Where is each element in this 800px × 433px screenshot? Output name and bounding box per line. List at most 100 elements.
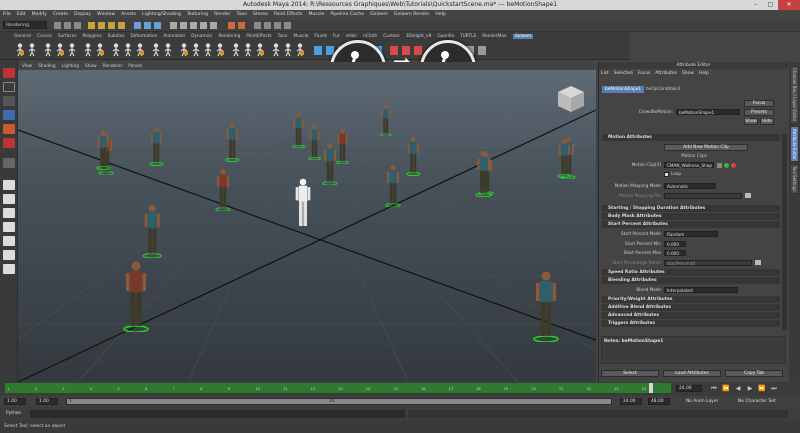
blend-mode-dropdown[interactable]: Interpolated bbox=[664, 287, 738, 293]
shelf-tab-general[interactable]: General bbox=[14, 34, 31, 39]
focus-button[interactable]: Focus bbox=[744, 100, 774, 107]
section-triggers[interactable]: Triggers Attributes bbox=[602, 320, 780, 327]
side-tab-channel-box[interactable]: Channel Box / Layer Editor bbox=[790, 66, 799, 124]
section-speed-ratio[interactable]: Speed Ratio Attributes bbox=[602, 269, 780, 276]
crowd-character[interactable] bbox=[214, 168, 232, 212]
ae-menu-show[interactable]: Show bbox=[682, 71, 694, 76]
shelf-tab-nhair[interactable]: nHair bbox=[346, 34, 358, 39]
playback-end-field[interactable]: 24.00 bbox=[620, 398, 642, 405]
layout-side-icon[interactable] bbox=[3, 208, 15, 218]
mapping-file-field[interactable] bbox=[664, 193, 742, 199]
section-start-percent[interactable]: Start Percent Attributes bbox=[602, 221, 780, 228]
crowd-character[interactable] bbox=[531, 270, 561, 342]
shelf-tab-renderman[interactable]: RenderMan bbox=[482, 34, 506, 39]
playback-start-field[interactable]: 1.00 bbox=[36, 398, 58, 405]
clip-play-icon[interactable] bbox=[724, 163, 729, 168]
crowd-character[interactable] bbox=[224, 122, 241, 162]
sp-min-field[interactable]: 0.000 bbox=[664, 241, 686, 247]
step-back-icon[interactable]: ◀ bbox=[732, 384, 744, 393]
ae-tab-bemotionshape[interactable]: beMotionShape1 bbox=[602, 86, 645, 93]
shelf-tab-fluids[interactable]: Fluids bbox=[314, 34, 327, 39]
section-motion-attributes[interactable]: Motion Attributes bbox=[602, 134, 780, 141]
sp-var-field[interactable]: startPercent0 bbox=[664, 260, 752, 266]
ae-scrollbar[interactable] bbox=[782, 134, 787, 330]
copy-tab-button[interactable]: Copy Tab bbox=[725, 370, 783, 377]
shelf-tab-ncloth[interactable]: nCloth bbox=[363, 34, 377, 39]
sp-var-icon[interactable] bbox=[755, 260, 761, 265]
hide-button[interactable]: Hide bbox=[760, 118, 774, 125]
step-back-key-icon[interactable]: ⏪ bbox=[720, 384, 732, 393]
current-frame-field[interactable]: 24.00 bbox=[676, 385, 702, 392]
menu-golaem[interactable]: Golaem bbox=[370, 10, 388, 19]
end-time-field[interactable]: 48.00 bbox=[648, 398, 670, 405]
go-to-end-icon[interactable]: ⏭ bbox=[768, 384, 780, 393]
close-button[interactable]: ✕ bbox=[778, 0, 800, 10]
layout-outliner-icon[interactable] bbox=[3, 236, 15, 246]
clip-remove-icon[interactable] bbox=[731, 163, 736, 168]
presets-button[interactable]: Presets bbox=[744, 109, 774, 116]
clip-browse-icon[interactable] bbox=[717, 163, 722, 168]
crowd-character[interactable] bbox=[321, 142, 339, 186]
crowd-character[interactable] bbox=[384, 164, 402, 208]
shelf-tab-polygons[interactable]: Polygons bbox=[82, 34, 101, 39]
menu-toon[interactable]: Toon bbox=[236, 10, 247, 19]
timeline-playhead[interactable] bbox=[649, 383, 653, 393]
shelf-tab-fur[interactable]: Fur bbox=[333, 34, 340, 39]
menu-muscle[interactable]: Muscle bbox=[308, 10, 324, 19]
select-button[interactable]: Select bbox=[601, 370, 659, 377]
shelf-tab-dynamics[interactable]: Dynamics bbox=[191, 34, 212, 39]
maximize-button[interactable]: □ bbox=[763, 0, 778, 10]
menu-golaem-render[interactable]: Golaem Render bbox=[394, 10, 430, 19]
minimize-button[interactable]: – bbox=[748, 0, 763, 10]
paint-select-icon[interactable] bbox=[3, 96, 15, 106]
crowd-entities[interactable] bbox=[18, 70, 596, 382]
sp-mode-dropdown[interactable]: Random bbox=[664, 231, 718, 237]
scale-tool-icon[interactable] bbox=[3, 138, 15, 148]
character-set-dropdown[interactable]: No Character Set bbox=[738, 398, 776, 405]
section-body-mask[interactable]: Body Mask Attributes bbox=[602, 213, 780, 220]
step-forward-key-icon[interactable]: ⏩ bbox=[756, 384, 768, 393]
folder-icon[interactable] bbox=[745, 193, 751, 198]
menu-modify[interactable]: Modify bbox=[32, 10, 47, 19]
menu-paint-effects[interactable]: Paint Effects bbox=[274, 10, 302, 19]
layout-graph-icon[interactable] bbox=[3, 222, 15, 232]
shelf-tab-turtle[interactable]: TURTLE bbox=[460, 34, 476, 39]
start-time-field[interactable]: 1.00 bbox=[4, 398, 26, 405]
crowd-character[interactable] bbox=[291, 112, 306, 148]
menu-lighting-shading[interactable]: Lighting/Shading bbox=[142, 10, 181, 19]
shelf-tab-subdivs[interactable]: Subdivs bbox=[108, 34, 125, 39]
side-tab-tool-settings[interactable]: Tool Settings bbox=[790, 164, 799, 194]
ae-menu-focus[interactable]: Focus bbox=[638, 71, 651, 76]
section-advanced[interactable]: Advanced Attributes bbox=[602, 312, 780, 319]
shelf-tab-animation[interactable]: Animation bbox=[163, 34, 185, 39]
section-blending[interactable]: Blending Attributes bbox=[602, 277, 780, 284]
command-input[interactable] bbox=[30, 410, 405, 418]
play-icon[interactable]: ▶ bbox=[744, 384, 756, 393]
crowd-character[interactable] bbox=[148, 126, 165, 166]
crowd-character[interactable] bbox=[307, 124, 322, 160]
layout-hypershade-icon[interactable] bbox=[3, 250, 15, 260]
shelf-tab-curves[interactable]: Curves bbox=[37, 34, 52, 39]
menu-assets[interactable]: Assets bbox=[121, 10, 136, 19]
shelf-tab-guerilla[interactable]: Guerilla bbox=[437, 34, 454, 39]
menu-display[interactable]: Display bbox=[74, 10, 91, 19]
anim-layer-dropdown[interactable]: No Anim Layer bbox=[686, 398, 718, 405]
shelf-tab-painteffects[interactable]: PaintEffects bbox=[246, 34, 271, 39]
sp-max-field[interactable]: 0.000 bbox=[664, 250, 686, 256]
ae-tab-beopcondition[interactable]: beOpCondition1 bbox=[643, 86, 684, 93]
shelf-tab-deformation[interactable]: Deformation bbox=[130, 34, 157, 39]
panel-menu-panels[interactable]: Panels bbox=[128, 64, 142, 69]
ae-menu-list[interactable]: List bbox=[601, 71, 609, 76]
menu-help[interactable]: Help bbox=[435, 10, 445, 19]
layout-custom-icon[interactable] bbox=[3, 264, 15, 274]
select-tool-icon[interactable] bbox=[3, 68, 15, 78]
crowd-character[interactable] bbox=[405, 136, 422, 176]
menu-pipeline-cache[interactable]: Pipeline Cache bbox=[330, 10, 364, 19]
crowd-character[interactable] bbox=[141, 204, 164, 258]
panel-menu-renderer[interactable]: Renderer bbox=[103, 64, 123, 69]
section-priority-weight[interactable]: Priority/Weight Attributes bbox=[602, 296, 780, 303]
golaem-shelf-icons[interactable] bbox=[14, 43, 614, 58]
range-bar[interactable]: 1 24 bbox=[66, 398, 612, 405]
section-additive-blend[interactable]: Additive Blend Attributes bbox=[602, 304, 780, 311]
move-tool-icon[interactable] bbox=[3, 110, 15, 120]
